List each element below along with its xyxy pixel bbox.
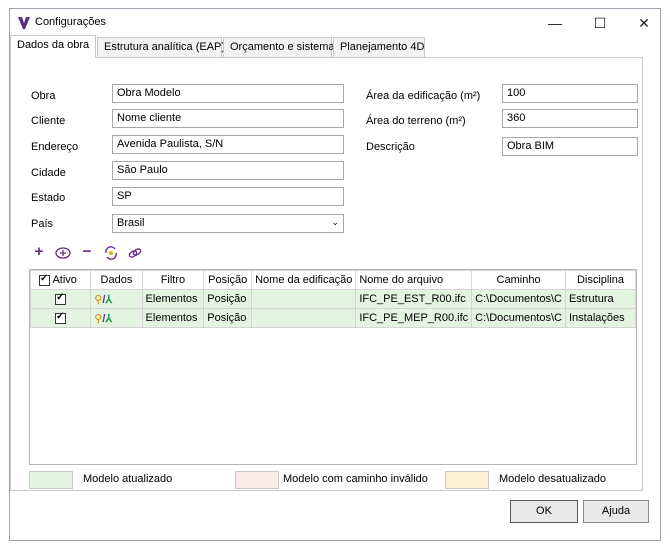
arquivo-cell[interactable]: IFC_PE_MEP_R00.ifc	[355, 308, 473, 328]
maximize-button[interactable]: ☐	[586, 13, 614, 33]
arquivo-cell[interactable]: IFC_PE_EST_R00.ifc	[355, 289, 473, 309]
ativo-cell[interactable]	[29, 289, 92, 309]
select-all-checkbox[interactable]	[39, 273, 50, 286]
pais-label: País	[31, 218, 54, 230]
posicao-cell[interactable]: Posição	[203, 289, 253, 309]
tab-estrutura-analitica[interactable]: Estrutura analítica (EAP)	[97, 37, 225, 57]
cliente-field[interactable]: Nome cliente	[112, 109, 344, 128]
descricao-label: Descrição	[366, 141, 415, 153]
legend-swatch-invalid-path	[235, 471, 279, 489]
chevron-down-icon: ⌄	[331, 217, 339, 227]
area-terreno-field[interactable]: 360	[502, 109, 638, 128]
cidade-field[interactable]: São Paulo	[112, 161, 344, 180]
tab-orcamento-sistema[interactable]: Orçamento e sistema	[223, 37, 335, 57]
nome-edificacao-cell[interactable]	[251, 308, 357, 328]
cidade-label: Cidade	[31, 167, 66, 179]
dados-cell[interactable]: ⚲/⅄	[90, 289, 143, 309]
area-edificacao-field[interactable]: 100	[502, 84, 638, 103]
ativo-checkbox[interactable]	[55, 311, 67, 324]
area-edificacao-label: Área da edificação (m²)	[366, 90, 481, 102]
caminho-cell[interactable]: C:\Documentos\C	[471, 308, 566, 328]
remove-icon[interactable]: −	[79, 244, 95, 260]
endereco-label: Endereço	[31, 141, 79, 153]
minimize-button[interactable]: —	[541, 13, 569, 33]
tab-dados-da-obra[interactable]: Dados da obra	[10, 35, 96, 58]
pais-value: Brasil	[117, 217, 145, 229]
cliente-label: Cliente	[31, 115, 66, 127]
col-ativo-label: Ativo	[52, 274, 77, 286]
col-dados[interactable]: Dados	[90, 270, 143, 290]
legend-label-outdated: Modelo desatualizado	[499, 473, 607, 485]
ativo-checkbox[interactable]	[55, 292, 67, 305]
legend-label-updated: Modelo atualizado	[83, 473, 173, 485]
nome-edificacao-cell[interactable]	[251, 289, 357, 309]
refresh-icon[interactable]	[103, 245, 119, 261]
col-nome-edificacao[interactable]: Nome da edificação	[251, 270, 357, 290]
endereco-field[interactable]: Avenida Paulista, S/N	[112, 135, 344, 154]
estado-label: Estado	[31, 192, 66, 204]
table-header-row: Ativo Dados Filtro Posição Nome da edifi…	[29, 270, 637, 290]
obra-label: Obra	[31, 90, 56, 102]
table-row[interactable]: ⚲/⅄ Elementos Posição IFC_PE_EST_R00.ifc…	[29, 289, 637, 309]
pais-select[interactable]: Brasil ⌄	[112, 214, 344, 233]
obra-field[interactable]: Obra Modelo	[112, 84, 344, 103]
area-terreno-label: Área do terreno (m²)	[366, 115, 466, 127]
col-nome-arquivo[interactable]: Nome do arquivo	[355, 270, 473, 290]
help-button[interactable]: Ajuda	[583, 500, 649, 523]
models-grid: Ativo Dados Filtro Posição Nome da edifi…	[29, 270, 637, 328]
ativo-cell[interactable]	[29, 308, 92, 328]
table-row[interactable]: ⚲/⅄ Elementos Posição IFC_PE_MEP_R00.ifc…	[29, 308, 637, 328]
caminho-cell[interactable]: C:\Documentos\C	[471, 289, 566, 309]
legend-label-invalid-path: Modelo com caminho inválido	[283, 473, 428, 485]
disciplina-cell[interactable]: Estrutura	[564, 289, 637, 309]
add-circle-icon[interactable]	[55, 245, 71, 261]
position-icon[interactable]: ⅄	[105, 313, 112, 325]
filtro-cell[interactable]: Elementos	[141, 289, 205, 309]
app-logo-icon	[18, 17, 30, 29]
ok-button[interactable]: OK	[510, 500, 578, 523]
col-ativo[interactable]: Ativo	[29, 270, 92, 290]
legend-swatch-outdated	[445, 471, 489, 489]
posicao-cell[interactable]: Posição	[203, 308, 253, 328]
legend-swatch-updated	[29, 471, 73, 489]
dados-obra-panel: Obra Obra Modelo Cliente Nome cliente En…	[10, 57, 643, 491]
link-icon[interactable]	[127, 245, 143, 261]
col-disciplina[interactable]: Disciplina	[564, 270, 637, 290]
tab-planejamento-4d[interactable]: Planejamento 4D	[333, 37, 425, 57]
close-button[interactable]: ✕	[630, 13, 658, 33]
disciplina-cell[interactable]: Instalações	[564, 308, 637, 328]
dados-cell[interactable]: ⚲/⅄	[90, 308, 143, 328]
estado-field[interactable]: SP	[112, 187, 344, 206]
filtro-cell[interactable]: Elementos	[141, 308, 205, 328]
col-filtro[interactable]: Filtro	[141, 270, 205, 290]
title-bar: Configurações — ☐ ✕	[10, 9, 660, 37]
col-caminho[interactable]: Caminho	[471, 270, 566, 290]
position-icon[interactable]: ⅄	[105, 294, 112, 306]
col-posicao[interactable]: Posição	[203, 270, 253, 290]
models-table: Ativo Dados Filtro Posição Nome da edifi…	[29, 269, 637, 465]
descricao-field[interactable]: Obra BIM	[502, 137, 638, 156]
window-title: Configurações	[35, 16, 106, 28]
add-icon[interactable]: +	[31, 244, 47, 260]
